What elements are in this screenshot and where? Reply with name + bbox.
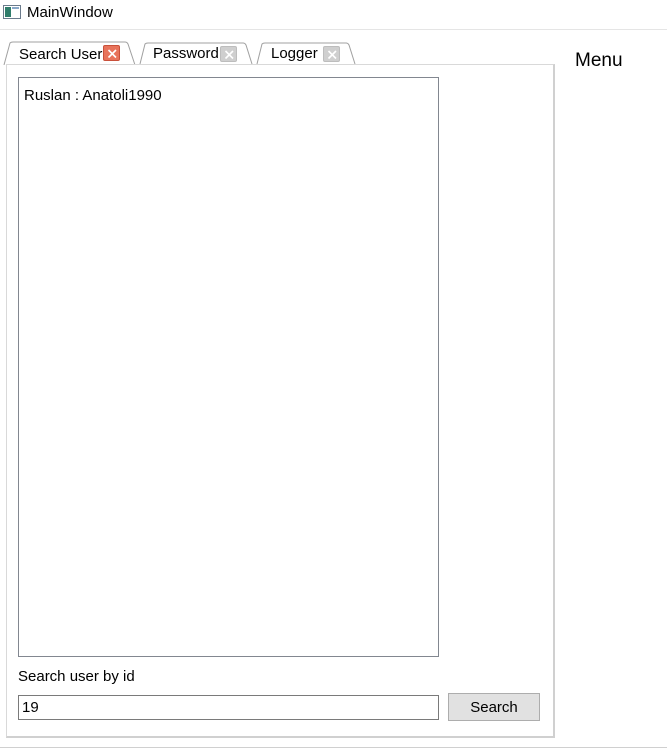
close-icon[interactable] [103, 45, 120, 61]
window-bottom-border [0, 747, 667, 748]
tab-label: Search User [19, 46, 103, 63]
search-label: Search user by id [18, 668, 135, 685]
tab-password[interactable]: Password [139, 42, 255, 64]
menu-label: Menu [575, 50, 623, 71]
close-icon[interactable] [323, 46, 340, 62]
window-app-icon [3, 5, 21, 19]
window-title: MainWindow [27, 4, 113, 21]
title-bar: MainWindow [0, 0, 667, 30]
close-icon[interactable] [220, 46, 237, 62]
search-button[interactable]: Search [448, 693, 540, 721]
results-list[interactable]: Ruslan : Anatoli1990 [18, 77, 439, 657]
tab-label: Logger [271, 45, 318, 62]
search-input[interactable] [18, 695, 439, 720]
tab-label: Password [153, 45, 219, 62]
tab-search-user[interactable]: Search User [3, 41, 137, 65]
tab-logger[interactable]: Logger [256, 42, 358, 64]
list-item[interactable]: Ruslan : Anatoli1990 [24, 87, 162, 104]
